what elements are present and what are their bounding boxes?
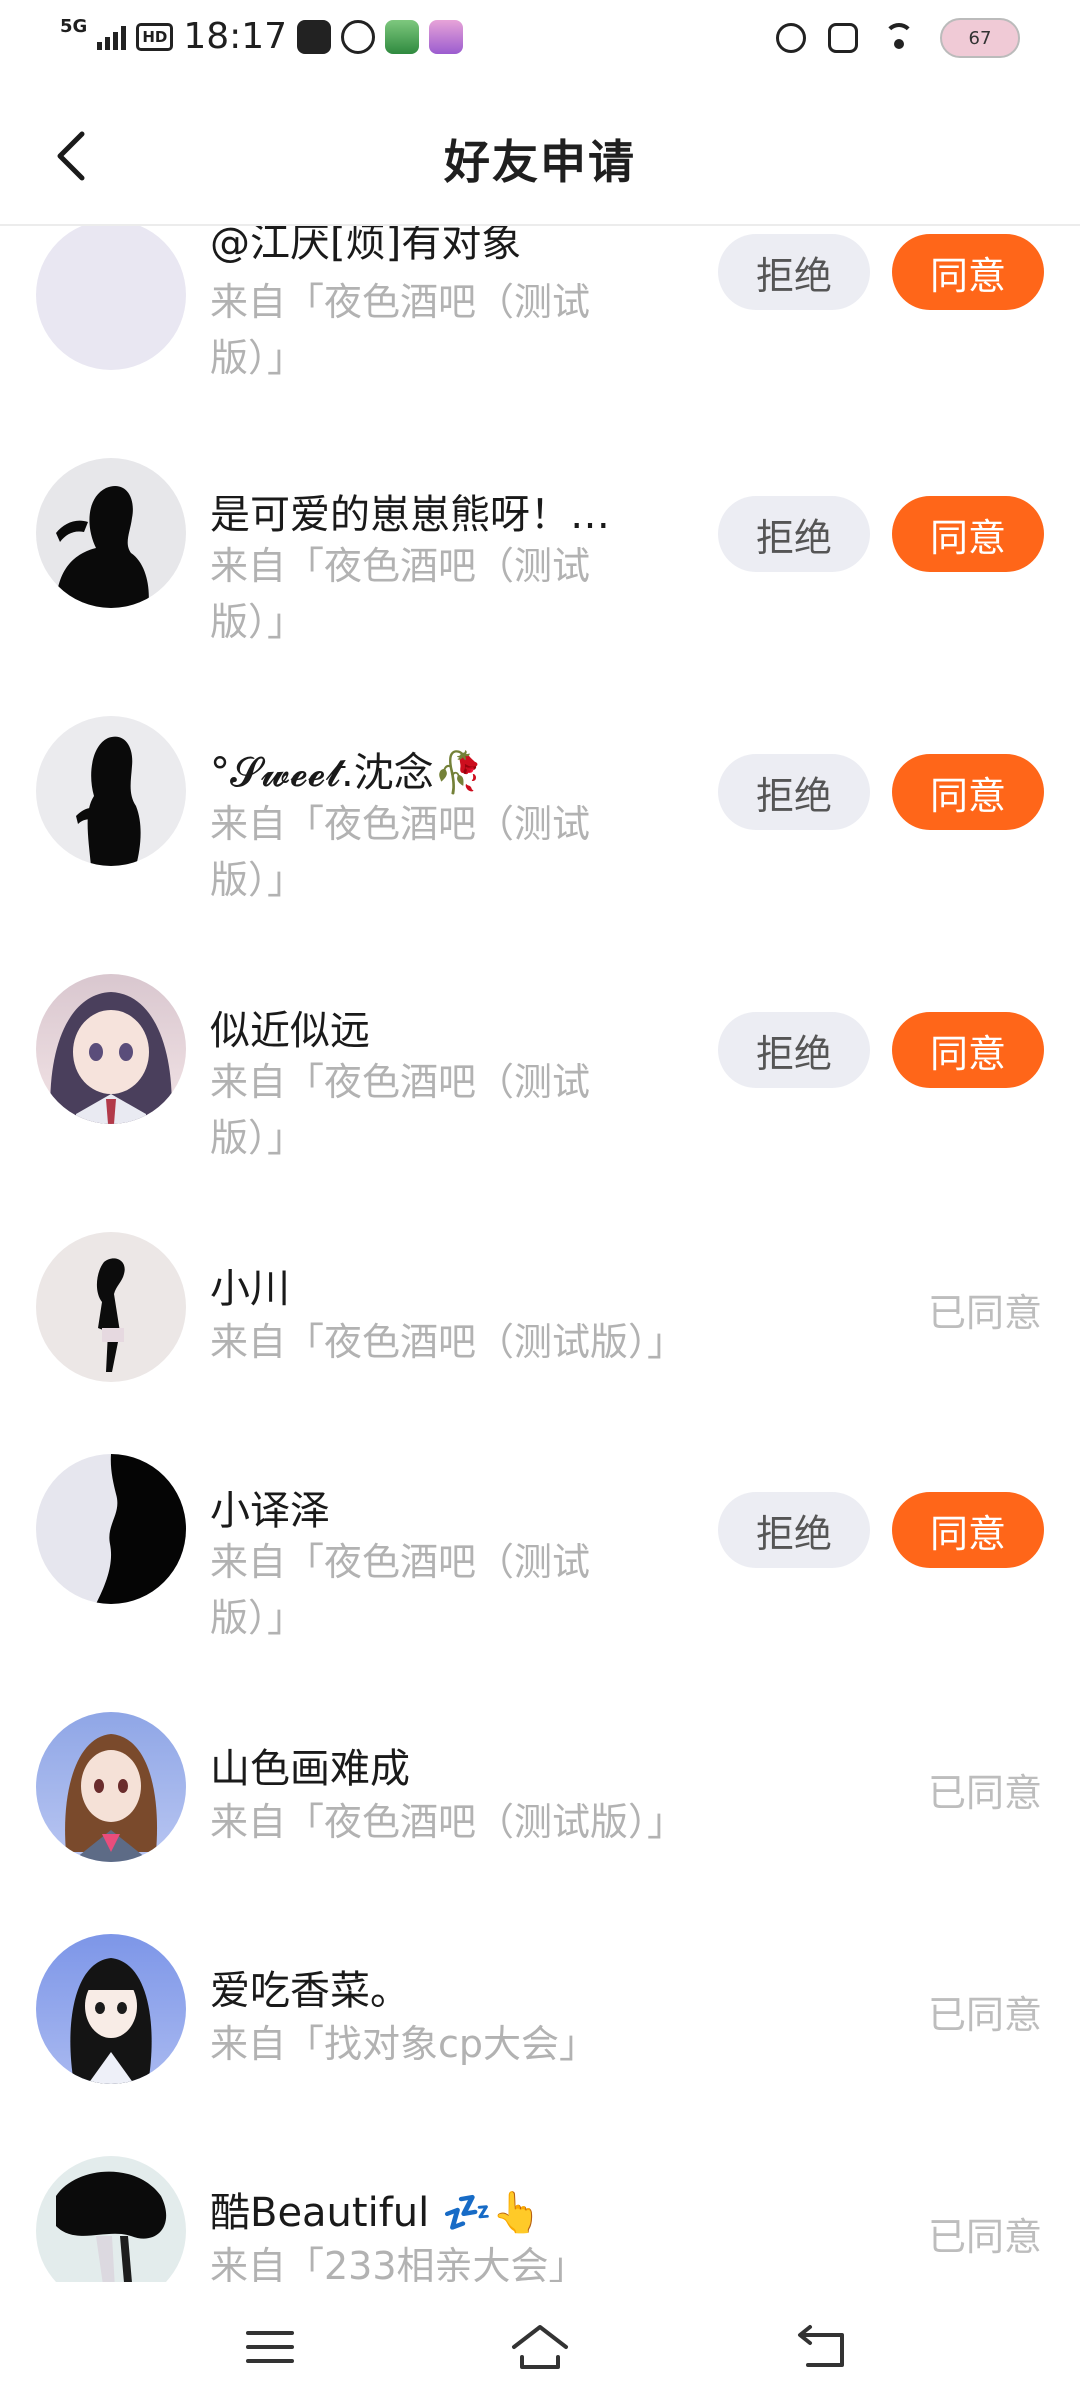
- avatar[interactable]: [36, 458, 186, 608]
- list-item: 爱吃香菜。 来自「找对象cp大会」 已同意: [0, 1934, 1080, 2154]
- user-name: 小译泽: [210, 1488, 330, 1534]
- accepted-status: 已同意: [927, 1993, 1042, 2037]
- avatar[interactable]: [36, 716, 186, 866]
- anime-avatar-image: [65, 1734, 158, 1862]
- accepted-status: 已同意: [927, 2215, 1042, 2259]
- anime-avatar-image: [70, 1958, 152, 2084]
- game-app-icon: [385, 19, 420, 54]
- list-item: 是可爱的崽崽熊呀！… 来自「夜色酒吧（测试 版）」 拒绝 同意: [0, 458, 1080, 718]
- accept-button[interactable]: 同意: [892, 234, 1044, 310]
- network-type: 5G: [60, 15, 88, 37]
- menu-icon: [246, 2331, 294, 2363]
- user-name: 爱吃香菜。: [210, 1968, 410, 2014]
- list-item: @江厌[烦]有对象 来自「夜色酒吧（测试 版）」 拒绝 同意: [0, 226, 1080, 430]
- reject-button[interactable]: 拒绝: [718, 1012, 870, 1088]
- user-name: 山色画难成: [210, 1746, 410, 1792]
- accept-button[interactable]: 同意: [892, 1012, 1044, 1088]
- request-source: 来自「夜色酒吧（测试 版）」: [210, 544, 591, 644]
- request-source: 来自「夜色酒吧（测试 版）」: [210, 1540, 591, 1640]
- user-name: 酷Beautiful 💤👆: [210, 2190, 542, 2236]
- request-source: 来自「夜色酒吧（测试版）」: [210, 1320, 686, 1364]
- list-item: 小川 来自「夜色酒吧（测试版）」 已同意: [0, 1232, 1080, 1452]
- avatar[interactable]: [36, 974, 186, 1124]
- menu-button[interactable]: [230, 2312, 310, 2382]
- message-app-icon: [297, 19, 332, 54]
- user-name: °𝓢𝔀𝓮𝓮𝓽.沈念🥀: [210, 750, 484, 796]
- home-button[interactable]: [500, 2312, 580, 2382]
- user-name: @江厌[烦]有对象: [210, 226, 522, 266]
- anime-avatar-image: [50, 992, 172, 1124]
- accepted-status: 已同意: [927, 1291, 1042, 1335]
- home-icon: [512, 2325, 568, 2369]
- anime-app-icon: [429, 19, 464, 54]
- status-right: 67: [776, 18, 1020, 58]
- avatar[interactable]: [36, 226, 186, 370]
- list-item: 山色画难成 来自「夜色酒吧（测试版）」 已同意: [0, 1712, 1080, 1932]
- accept-button[interactable]: 同意: [892, 1492, 1044, 1568]
- qq-app-icon: [341, 19, 376, 54]
- accept-button[interactable]: 同意: [892, 496, 1044, 572]
- battery-icon: 67: [940, 18, 1020, 58]
- user-name: 是可爱的崽崽熊呀！…: [210, 492, 610, 538]
- list-item: 似近似远 来自「夜色酒吧（测试 版）」 拒绝 同意: [0, 974, 1080, 1234]
- reject-button[interactable]: 拒绝: [718, 1492, 870, 1568]
- list-item: 酷Beautiful 💤👆 来自「233相亲大会」 已同意: [0, 2156, 1080, 2282]
- list-item: °𝓢𝔀𝓮𝓮𝓽.沈念🥀 来自「夜色酒吧（测试 版）」 拒绝 同意: [0, 716, 1080, 976]
- reject-button[interactable]: 拒绝: [718, 234, 870, 310]
- list-item: 小译泽 来自「夜色酒吧（测试 版）」 拒绝 同意: [0, 1454, 1080, 1714]
- system-nav-bar: [0, 2282, 1080, 2408]
- accept-button[interactable]: 同意: [892, 754, 1044, 830]
- alarm-icon: [776, 23, 806, 53]
- request-source: 来自「夜色酒吧（测试 版）」: [210, 280, 591, 380]
- request-source: 来自「夜色酒吧（测试版）」: [210, 1800, 686, 1844]
- silhouette-image: [76, 736, 141, 866]
- avatar[interactable]: [36, 2156, 186, 2282]
- user-name: 似近似远: [210, 1008, 370, 1054]
- request-source: 来自「夜色酒吧（测试 版）」: [210, 1060, 591, 1160]
- request-source: 来自「找对象cp大会」: [210, 2022, 598, 2066]
- app-header: 好友申请: [0, 84, 1080, 226]
- wifi-icon: [880, 23, 918, 53]
- status-bar: 5G HD 18:17 67: [0, 0, 1080, 84]
- clock: 18:17: [183, 16, 288, 57]
- back-gesture-icon: [798, 2325, 844, 2367]
- reject-button[interactable]: 拒绝: [718, 754, 870, 830]
- request-source: 来自「233相亲大会」: [210, 2244, 587, 2282]
- silhouette-image: [56, 486, 149, 608]
- avatar[interactable]: [36, 1454, 186, 1604]
- signal-icon: [97, 24, 127, 50]
- avatar[interactable]: [36, 1712, 186, 1862]
- request-source: 来自「夜色酒吧（测试 版）」: [210, 802, 591, 902]
- page-title: 好友申请: [444, 135, 636, 189]
- avatar[interactable]: [36, 1934, 186, 2084]
- silhouette-image: [96, 1454, 186, 1604]
- reject-button[interactable]: 拒绝: [718, 496, 870, 572]
- avatar[interactable]: [36, 1232, 186, 1382]
- figure-avatar-image: [96, 1258, 125, 1372]
- friend-request-list: @江厌[烦]有对象 来自「夜色酒吧（测试 版）」 拒绝 同意 是可爱的崽崽熊呀！…: [0, 226, 1080, 2282]
- user-name: 小川: [210, 1266, 290, 1312]
- anime-avatar-image: [56, 2171, 167, 2282]
- hd-badge: HD: [136, 22, 174, 51]
- mute-bell-icon: [828, 23, 858, 53]
- status-left: 5G HD 18:17: [60, 15, 464, 57]
- accepted-status: 已同意: [927, 1771, 1042, 1815]
- back-nav-button[interactable]: [784, 2312, 864, 2382]
